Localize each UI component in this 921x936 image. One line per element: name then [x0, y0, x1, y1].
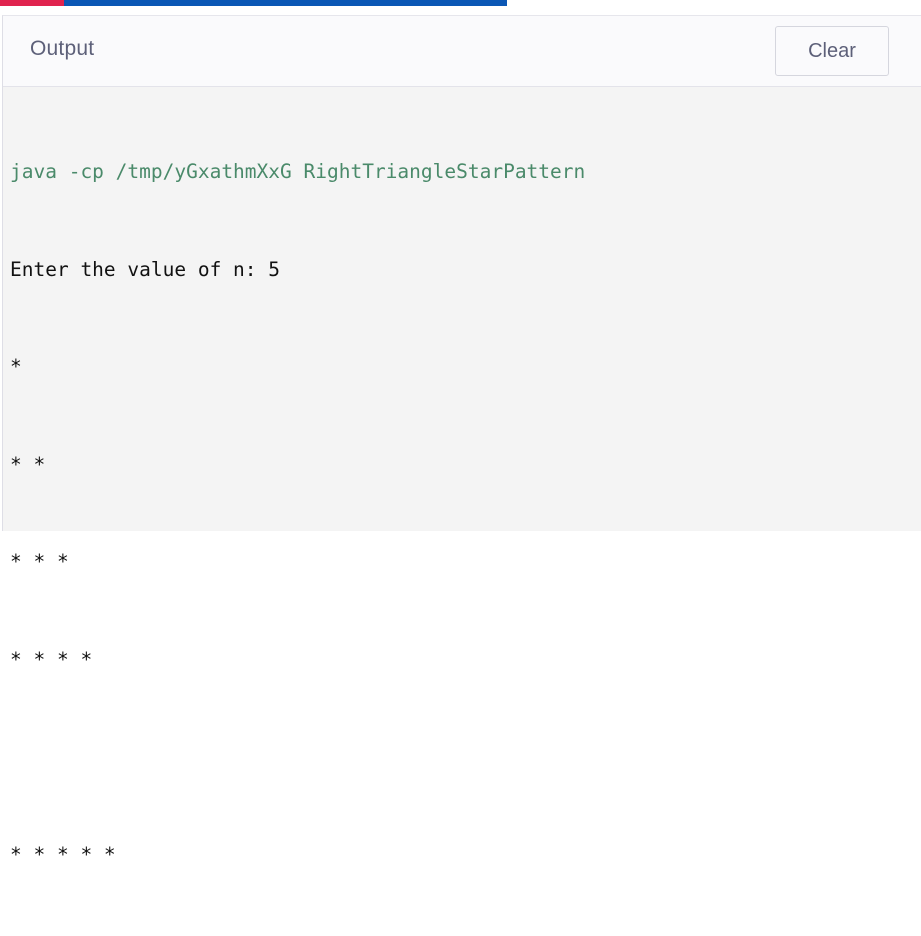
- console-output: java -cp /tmp/yGxathmXxG RightTriangleSt…: [3, 87, 921, 936]
- console-line: * * * *: [10, 647, 93, 671]
- console-line: ​: [10, 741, 921, 774]
- console-line: Enter the value of n: 5: [10, 257, 281, 281]
- console-line: * *: [10, 452, 46, 476]
- top-accent-red: [0, 0, 64, 6]
- output-panel: Output Clear java -cp /tmp/yGxathmXxG Ri…: [2, 15, 921, 866]
- output-panel-header: Output Clear: [3, 16, 921, 87]
- clear-button[interactable]: Clear: [775, 26, 889, 76]
- console-line: *: [10, 355, 22, 378]
- console-line: * * *: [10, 550, 69, 573]
- console-line: * * * * *: [10, 842, 116, 866]
- top-accent-bar: [0, 0, 507, 6]
- output-title: Output: [30, 37, 95, 60]
- top-accent-blue: [64, 0, 507, 6]
- console-command-line: java -cp /tmp/yGxathmXxG RightTriangleSt…: [10, 160, 586, 183]
